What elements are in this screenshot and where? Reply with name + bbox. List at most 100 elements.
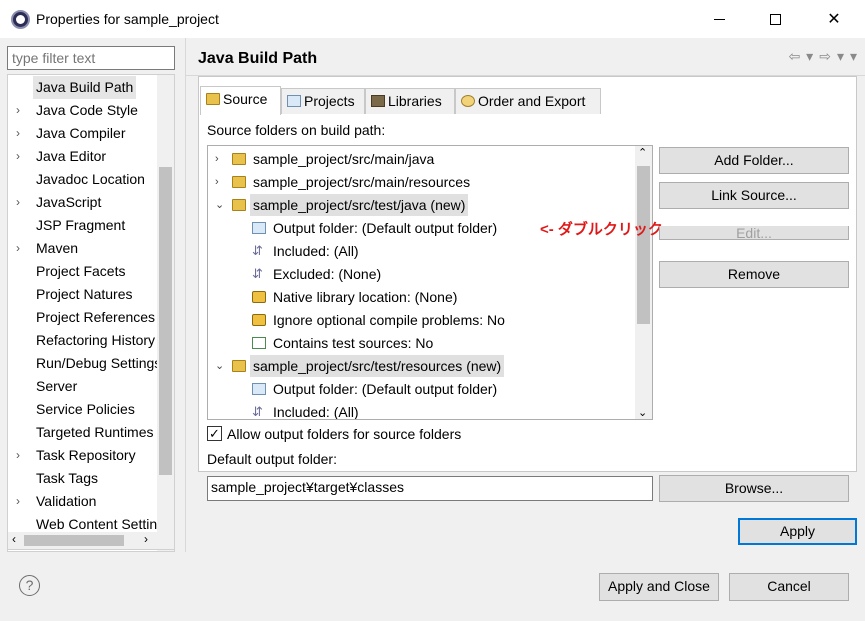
test-sources-icon	[252, 337, 266, 349]
sidebar-item[interactable]: › Java Editor	[8, 145, 158, 168]
sidebar-item[interactable]: Targeted Runtimes	[8, 421, 158, 444]
source-attribute-row[interactable]: Output folder: (Default output folder)	[208, 378, 633, 400]
sidebar-item[interactable]: › Maven	[8, 237, 158, 260]
source-folder-row[interactable]: ⌄ sample_project/src/test/resources (new)	[208, 355, 633, 377]
sidebar-item-label: Java Editor	[36, 148, 107, 164]
cancel-button[interactable]: Cancel	[729, 573, 849, 601]
package-folder-icon	[232, 176, 246, 188]
chevron-down-icon[interactable]: ▾	[837, 48, 844, 65]
help-icon[interactable]: ?	[19, 575, 40, 596]
sidebar-item[interactable]: Java Build Path	[8, 76, 158, 99]
source-attribute-row[interactable]: Contains test sources: No	[208, 332, 633, 354]
sidebar-item[interactable]: › JavaScript	[8, 191, 158, 214]
source-attribute-row[interactable]: Included: (All)	[208, 240, 633, 262]
chevron-right-icon[interactable]: ›	[16, 99, 28, 122]
scroll-down-icon[interactable]: ⌄	[638, 406, 647, 419]
eclipse-icon	[11, 10, 30, 29]
output-folder-icon	[252, 222, 266, 234]
chevron-right-icon[interactable]: ›	[16, 444, 28, 467]
back-icon[interactable]: ⇦	[788, 48, 800, 65]
sidebar-item-label: Run/Debug Settings	[36, 355, 162, 371]
chevron-down-icon[interactable]: ⌄	[215, 194, 224, 216]
add-folder-button[interactable]: Add Folder...	[659, 147, 849, 174]
sidebar-item-label: JSP Fragment	[36, 217, 126, 233]
sidebar-item-label: Project Facets	[36, 263, 126, 279]
scrollbar-thumb[interactable]	[24, 535, 124, 546]
sash[interactable]	[185, 38, 186, 552]
sidebar-item-label: Project Natures	[36, 286, 133, 302]
scrollbar-thumb[interactable]	[637, 166, 650, 324]
source-folder-row[interactable]: › sample_project/src/main/resources	[208, 171, 633, 193]
sidebar-item[interactable]: Refactoring History	[8, 329, 158, 352]
tree-vertical-scrollbar[interactable]: ⌄	[157, 75, 174, 551]
filter-icon	[252, 401, 266, 419]
source-row-label: Excluded: (None)	[273, 266, 382, 282]
page-title: Java Build Path	[198, 50, 318, 67]
scroll-up-icon[interactable]: ⌃	[638, 146, 647, 159]
menu-icon[interactable]: ▾	[850, 48, 857, 65]
source-attribute-row[interactable]: Ignore optional compile problems: No	[208, 309, 633, 331]
title-bar: Properties for sample_project ✕	[0, 0, 865, 38]
sidebar-item[interactable]: › Java Code Style	[8, 99, 158, 122]
chevron-right-icon[interactable]: ›	[215, 148, 219, 170]
scroll-left-icon[interactable]: ‹	[12, 532, 16, 546]
sidebar-item-label: Java Compiler	[36, 125, 126, 141]
chevron-right-icon[interactable]: ›	[16, 490, 28, 513]
remove-button[interactable]: Remove	[659, 261, 849, 288]
tree-horizontal-scrollbar[interactable]: ‹ ›	[7, 532, 175, 550]
tab-libraries[interactable]: Libraries	[365, 88, 455, 114]
source-tree-scrollbar[interactable]: ⌃ ⌄	[635, 146, 652, 419]
apply-and-close-button[interactable]: Apply and Close	[599, 573, 719, 601]
default-output-folder-field[interactable]: sample_project¥target¥classes	[207, 476, 653, 501]
allow-output-folders-checkbox[interactable]: ✓	[207, 426, 222, 441]
order-export-icon	[461, 95, 475, 107]
edit-button[interactable]: Edit...	[659, 226, 849, 240]
sidebar-item-label: Targeted Runtimes	[36, 424, 154, 440]
source-folder-icon	[206, 93, 220, 105]
chevron-right-icon[interactable]: ›	[16, 145, 28, 168]
chevron-down-icon[interactable]: ▾	[806, 48, 813, 65]
sidebar-item-label: Server	[36, 378, 78, 394]
sidebar-item[interactable]: › Task Repository	[8, 444, 158, 467]
default-output-folder-label: Default output folder:	[207, 451, 337, 467]
source-folder-row[interactable]: › sample_project/src/main/java	[208, 148, 633, 170]
source-row-label: Native library location: (None)	[273, 289, 458, 305]
source-attribute-row[interactable]: Excluded: (None)	[208, 263, 633, 285]
chevron-right-icon[interactable]: ›	[16, 191, 28, 214]
tab-projects[interactable]: Projects	[281, 88, 365, 114]
tab-order-and-export[interactable]: Order and Export	[455, 88, 601, 114]
sidebar-item[interactable]: Service Policies	[8, 398, 158, 421]
sidebar-item[interactable]: Project Natures	[8, 283, 158, 306]
sidebar-item[interactable]: Task Tags	[8, 467, 158, 490]
minimize-button[interactable]	[690, 0, 748, 38]
sidebar-item[interactable]: JSP Fragment	[8, 214, 158, 237]
source-folder-row[interactable]: ⌄ sample_project/src/test/java (new)	[208, 194, 633, 216]
scrollbar-thumb[interactable]	[159, 167, 172, 475]
chevron-right-icon[interactable]: ›	[16, 122, 28, 145]
chevron-down-icon[interactable]: ⌄	[215, 355, 224, 377]
sidebar-item[interactable]: Project References	[8, 306, 158, 329]
sidebar-item[interactable]: Run/Debug Settings	[8, 352, 161, 375]
apply-button[interactable]: Apply	[738, 518, 857, 545]
chevron-right-icon[interactable]: ›	[16, 237, 28, 260]
link-source-button[interactable]: Link Source...	[659, 182, 849, 209]
close-button[interactable]: ✕	[805, 0, 863, 38]
sidebar-item[interactable]: › Validation	[8, 490, 158, 513]
chevron-right-icon[interactable]: ›	[215, 171, 219, 193]
source-attribute-row[interactable]: Native library location: (None)	[208, 286, 633, 308]
sidebar-item[interactable]: › Java Compiler	[8, 122, 158, 145]
forward-icon[interactable]: ⇨	[819, 48, 831, 65]
minimize-icon	[713, 18, 725, 20]
source-row-label: sample_project/src/test/resources (new)	[250, 355, 505, 377]
source-attribute-row[interactable]: Included: (All)	[208, 401, 633, 419]
sidebar-item[interactable]: Javadoc Location	[8, 168, 158, 191]
warning-ignore-icon	[252, 314, 266, 326]
filter-input[interactable]	[7, 46, 175, 70]
maximize-button[interactable]	[746, 0, 804, 38]
tab-source[interactable]: Source	[200, 86, 281, 115]
scroll-right-icon[interactable]: ›	[144, 532, 148, 546]
browse-button[interactable]: Browse...	[659, 475, 849, 502]
close-icon: ✕	[827, 11, 841, 28]
sidebar-item[interactable]: Server	[8, 375, 158, 398]
sidebar-item[interactable]: Project Facets	[8, 260, 158, 283]
